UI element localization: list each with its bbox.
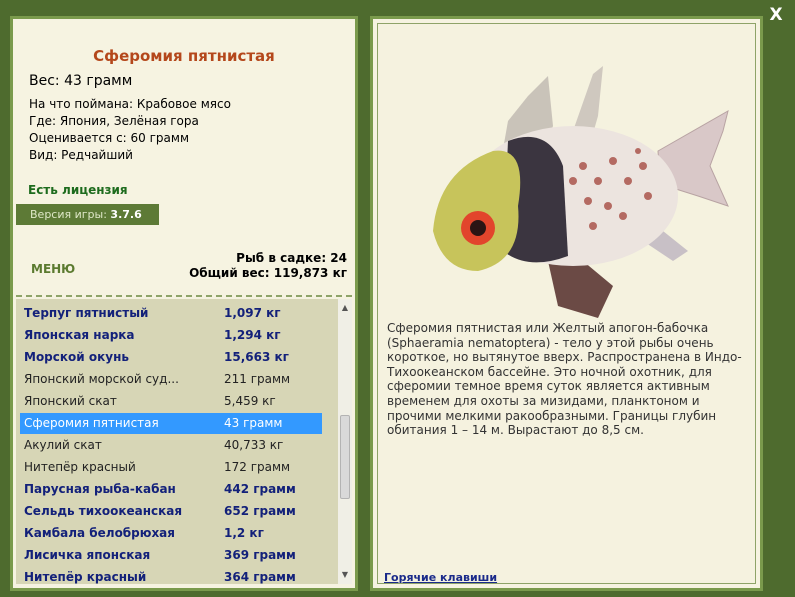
list-item-name: Лисичка японская (24, 548, 151, 562)
scroll-down-icon[interactable]: ▼ (338, 568, 352, 582)
scrollbar[interactable]: ▲ ▼ (338, 299, 352, 584)
list-item[interactable]: Акулий скат 40,733 кг (20, 435, 322, 456)
list-item-name: Нитепёр красный (24, 570, 147, 584)
list-item[interactable]: Морской окунь 15,663 кг (20, 347, 322, 368)
list-item[interactable]: Сельдь тихоокеанская 652 грамм (20, 501, 322, 522)
license-status: Есть лицензия (28, 183, 128, 197)
fish-weight: Вес: 43 грамм (29, 73, 133, 89)
list-item[interactable]: Терпуг пятнистый 1,097 кг (20, 303, 322, 324)
list-item-name: Камбала белобрюхая (24, 526, 175, 540)
list-item-name: Морской окунь (24, 350, 129, 364)
list-item-name: Нитепёр красный (24, 460, 136, 474)
list-item-name: Терпуг пятнистый (24, 306, 149, 320)
list-item[interactable]: Японская нарка 1,294 кг (20, 325, 322, 346)
list-item-weight: 15,663 кг (224, 350, 289, 364)
list-item-weight: 364 грамм (224, 570, 296, 584)
rarity-info: Вид: Редчайший (29, 148, 133, 162)
fish-info-panel: Сферомия пятнистая Вес: 43 грамм На что … (10, 16, 358, 591)
list-item-name: Японская нарка (24, 328, 135, 342)
list-item-weight: 652 грамм (224, 504, 296, 518)
list-item[interactable]: Камбала белобрюхая 1,2 кг (20, 523, 322, 544)
list-item-name: Акулий скат (24, 438, 102, 452)
list-item-weight: 1,097 кг (224, 306, 281, 320)
keepnet-stats: Рыб в садке: 24 Общий вес: 119,873 кг (189, 251, 347, 281)
fish-description-panel: Сферомия пятнистая или Желтый апогон-баб… (370, 16, 763, 591)
fish-count: Рыб в садке: 24 (236, 251, 347, 265)
list-item-weight: 40,733 кг (224, 438, 284, 452)
list-item[interactable]: Нитепёр красный 172 грамм (20, 457, 322, 478)
scroll-thumb[interactable] (340, 415, 350, 499)
list-item[interactable]: Лисичка японская 369 грамм (20, 545, 322, 566)
divider (16, 295, 352, 297)
list-item-weight: 43 грамм (224, 416, 283, 430)
list-item[interactable]: Нитепёр красный 364 грамм (20, 567, 322, 584)
list-item-name: Сельдь тихоокеанская (24, 504, 183, 518)
list-item-name: Японский морской суд... (24, 372, 179, 386)
value-info: Оценивается с: 60 грамм (29, 131, 189, 145)
list-item-weight: 1,294 кг (224, 328, 281, 342)
list-item[interactable]: Японский скат 5,459 кг (20, 391, 322, 412)
version-bar: Версия игры: 3.7.6 (16, 204, 159, 225)
list-item-weight: 369 грамм (224, 548, 296, 562)
fish-details: На что поймана: Крабовое мясо Где: Япони… (29, 96, 231, 164)
list-item-weight: 5,459 кг (224, 394, 276, 408)
fish-description: Сферомия пятнистая или Желтый апогон-баб… (387, 321, 742, 438)
scroll-up-icon[interactable]: ▲ (338, 301, 352, 315)
list-item[interactable]: Сферомия пятнистая 43 грамм (20, 413, 322, 434)
list-item-weight: 211 грамм (224, 372, 291, 386)
hotkeys-link[interactable]: Горячие клавиши (384, 571, 497, 584)
list-item-name: Сферомия пятнистая (24, 416, 159, 430)
fish-title: Сферомия пятнистая (93, 47, 275, 65)
list-item-name: Парусная рыба-кабан (24, 482, 176, 496)
list-item-weight: 1,2 кг (224, 526, 264, 540)
version-label: Версия игры: (30, 208, 107, 221)
list-item[interactable]: Парусная рыба-кабан 442 грамм (20, 479, 322, 500)
list-item-weight: 172 грамм (224, 460, 291, 474)
menu-button[interactable]: МЕНЮ (31, 262, 75, 276)
version-value: 3.7.6 (110, 208, 142, 221)
catch-list[interactable]: Терпуг пятнистый 1,097 кг Японская нарка 1,… (16, 299, 352, 584)
description-frame: Сферомия пятнистая или Желтый апогон-баб… (377, 23, 756, 584)
bait-info: На что поймана: Крабовое мясо (29, 97, 231, 111)
close-button[interactable]: X (765, 4, 787, 26)
location-info: Где: Япония, Зелёная гора (29, 114, 199, 128)
list-item-weight: 442 грамм (224, 482, 296, 496)
list-item[interactable]: Японский морской суд... 211 грамм (20, 369, 322, 390)
list-item-name: Японский скат (24, 394, 117, 408)
fish-image (433, 66, 729, 318)
total-weight: Общий вес: 119,873 кг (189, 266, 347, 280)
